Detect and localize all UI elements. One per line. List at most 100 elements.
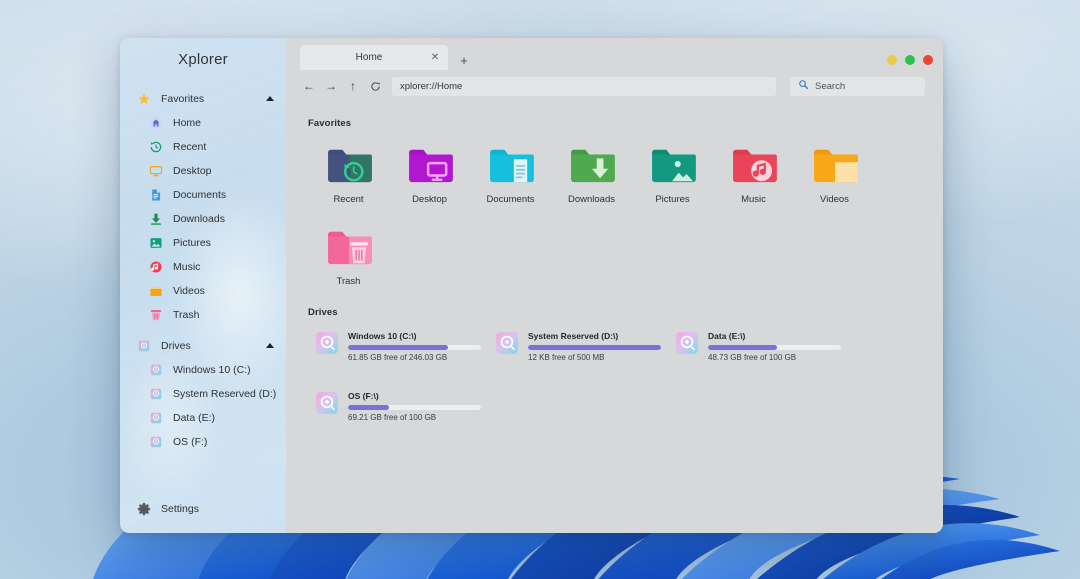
folder-music[interactable]: Music bbox=[713, 135, 794, 211]
folder-trash[interactable]: Trash bbox=[308, 217, 389, 293]
arrow-right-icon[interactable]: → bbox=[320, 75, 342, 97]
sidebar-item-drive-d[interactable]: System Reserved (D:) bbox=[120, 382, 286, 406]
pictures-icon bbox=[149, 236, 163, 250]
refresh-icon[interactable] bbox=[364, 75, 386, 97]
app-title: Xplorer bbox=[120, 38, 286, 81]
minimize-button[interactable] bbox=[887, 55, 897, 65]
sidebar-item-label: Documents bbox=[173, 189, 226, 201]
arrow-left-icon[interactable]: ← bbox=[298, 75, 320, 97]
gear-icon bbox=[137, 502, 151, 516]
drive-usage-bar bbox=[708, 345, 841, 350]
folder-desktop-icon bbox=[407, 145, 453, 190]
address-input[interactable]: xplorer://Home bbox=[392, 77, 776, 96]
chevron-up-icon[interactable] bbox=[266, 343, 274, 348]
drive-icon bbox=[149, 411, 163, 425]
sidebar-item-label: OS (F:) bbox=[173, 436, 207, 448]
sidebar-item-home[interactable]: Home bbox=[120, 111, 286, 135]
sidebar-item-pictures[interactable]: Pictures bbox=[120, 231, 286, 255]
favorites-heading: Favorites bbox=[308, 118, 921, 129]
folder-documents[interactable]: Documents bbox=[470, 135, 551, 211]
arrow-up-icon[interactable]: ↑ bbox=[342, 75, 364, 97]
drive-icon bbox=[137, 339, 151, 353]
maximize-button[interactable] bbox=[905, 55, 915, 65]
sidebar-item-videos[interactable]: Videos bbox=[120, 279, 286, 303]
folder-pictures[interactable]: Pictures bbox=[632, 135, 713, 211]
folder-label: Recent bbox=[333, 194, 363, 205]
folder-music-icon bbox=[731, 145, 777, 190]
folder-recent[interactable]: Recent bbox=[308, 135, 389, 211]
folder-label: Documents bbox=[486, 194, 534, 205]
folder-label: Videos bbox=[820, 194, 849, 205]
drive-free-text: 48.73 GB free of 100 GB bbox=[708, 353, 841, 362]
folder-label: Trash bbox=[337, 276, 361, 287]
close-icon[interactable]: ✕ bbox=[428, 51, 442, 65]
drive-usage-bar bbox=[528, 345, 661, 350]
sidebar-item-label: Desktop bbox=[173, 165, 212, 177]
folder-label: Downloads bbox=[568, 194, 615, 205]
sidebar-item-label: Music bbox=[173, 261, 200, 273]
close-button[interactable] bbox=[923, 55, 933, 65]
sidebar-item-settings[interactable]: Settings bbox=[120, 494, 286, 524]
drives-grid: Windows 10 (C:\) 61.85 GB free of 246.03… bbox=[308, 324, 921, 444]
drive-name: Windows 10 (C:\) bbox=[348, 331, 481, 341]
video-clapper-icon bbox=[149, 284, 163, 298]
sidebar-item-label: Data (E:) bbox=[173, 412, 215, 424]
sidebar-item-label: Recent bbox=[173, 141, 206, 153]
tab-home[interactable]: Home ✕ bbox=[300, 45, 448, 70]
folder-recent-icon bbox=[326, 145, 372, 190]
drive-icon bbox=[494, 330, 520, 361]
search-icon bbox=[798, 77, 809, 95]
recent-clock-icon bbox=[149, 140, 163, 154]
desktop-monitor-icon bbox=[149, 164, 163, 178]
folder-label: Music bbox=[741, 194, 766, 205]
drive-name: Data (E:\) bbox=[708, 331, 841, 341]
drive-icon bbox=[149, 435, 163, 449]
drive-name: System Reserved (D:\) bbox=[528, 331, 661, 341]
toolbar: ← → ↑ xplorer://Home Search bbox=[286, 70, 943, 102]
sidebar-group-favorites[interactable]: Favorites bbox=[120, 86, 286, 111]
sidebar-item-label: Home bbox=[173, 117, 201, 129]
drive-item-d[interactable]: System Reserved (D:\) 12 KB free of 500 … bbox=[488, 324, 667, 368]
folder-label: Desktop bbox=[412, 194, 447, 205]
folder-desktop[interactable]: Desktop bbox=[389, 135, 470, 211]
sidebar-item-downloads[interactable]: Downloads bbox=[120, 207, 286, 231]
home-icon bbox=[149, 116, 163, 130]
music-note-icon bbox=[149, 260, 163, 274]
drive-icon bbox=[314, 330, 340, 361]
tab-bar: Home ✕ + bbox=[286, 38, 943, 70]
sidebar-nav: Favorites Home Recent Desktop bbox=[120, 81, 286, 494]
drive-free-text: 69.21 GB free of 100 GB bbox=[348, 413, 481, 422]
folder-videos-icon bbox=[812, 145, 858, 190]
xplorer-window: Xplorer Favorites Home Recent bbox=[120, 38, 943, 533]
drive-name: OS (F:\) bbox=[348, 391, 481, 401]
sidebar-item-desktop[interactable]: Desktop bbox=[120, 159, 286, 183]
drive-icon bbox=[149, 363, 163, 377]
folder-downloads-icon bbox=[569, 145, 615, 190]
sidebar-item-label: Videos bbox=[173, 285, 205, 297]
sidebar-item-drive-c[interactable]: Windows 10 (C:) bbox=[120, 358, 286, 382]
favorites-grid-row2: Trash bbox=[308, 217, 921, 293]
folder-videos[interactable]: Videos bbox=[794, 135, 875, 211]
drives-heading: Drives bbox=[308, 307, 921, 318]
settings-label: Settings bbox=[161, 503, 199, 515]
chevron-up-icon[interactable] bbox=[266, 96, 274, 101]
plus-icon[interactable]: + bbox=[455, 50, 473, 70]
sidebar-item-trash[interactable]: Trash bbox=[120, 303, 286, 327]
favorites-grid: Recent Desktop bbox=[308, 135, 921, 211]
sidebar-item-documents[interactable]: Documents bbox=[120, 183, 286, 207]
folder-downloads[interactable]: Downloads bbox=[551, 135, 632, 211]
sidebar-item-music[interactable]: Music bbox=[120, 255, 286, 279]
sidebar-group-label: Drives bbox=[161, 340, 256, 352]
content-area: Favorites Recent bbox=[286, 102, 943, 533]
drive-item-c[interactable]: Windows 10 (C:\) 61.85 GB free of 246.03… bbox=[308, 324, 487, 368]
sidebar-item-recent[interactable]: Recent bbox=[120, 135, 286, 159]
search-input[interactable]: Search bbox=[790, 77, 925, 96]
sidebar-item-drive-f[interactable]: OS (F:) bbox=[120, 430, 286, 454]
sidebar-group-drives[interactable]: Drives bbox=[120, 333, 286, 358]
drive-item-e[interactable]: Data (E:\) 48.73 GB free of 100 GB bbox=[668, 324, 847, 368]
folder-trash-icon bbox=[326, 227, 372, 272]
drive-item-f[interactable]: OS (F:\) 69.21 GB free of 100 GB bbox=[308, 384, 487, 428]
document-icon bbox=[149, 188, 163, 202]
sidebar-item-drive-e[interactable]: Data (E:) bbox=[120, 406, 286, 430]
search-placeholder: Search bbox=[815, 81, 845, 92]
